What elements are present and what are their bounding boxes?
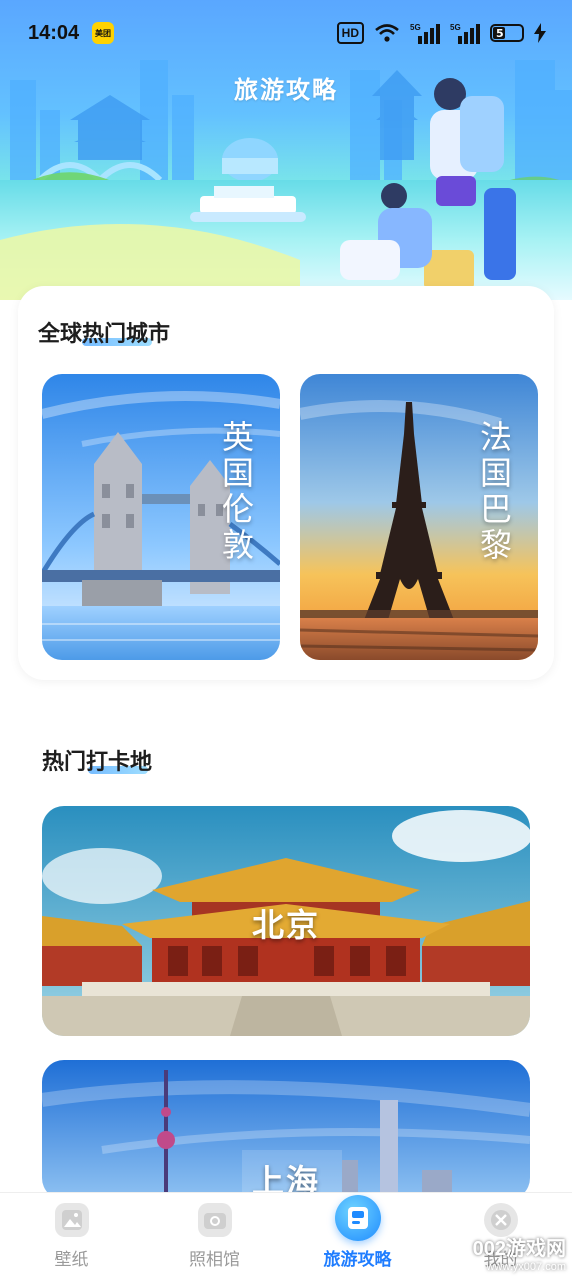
spot-card-beijing[interactable]: 北京 [42,806,530,1036]
city-tile-paris[interactable]: 法国巴黎 [300,374,538,660]
check-in-title-wrap: 热门打卡地 [42,744,152,776]
check-in-title: 热门打卡地 [42,750,153,775]
svg-text:5G: 5G [450,23,461,32]
nav-label-travel-guide: 旅游攻略 [323,1250,392,1270]
charging-icon [534,23,546,43]
status-time: 14:04 [28,22,80,44]
hot-cities-title: 全球热门城市 [38,322,171,347]
battery-icon: 5 [490,24,524,42]
spot-name-beijing: 北京 [251,906,320,944]
spot-card-shanghai[interactable]: 上海 [42,1060,530,1200]
hot-cities-card: 全球热门城市 英国伦敦 法国巴黎 [18,286,554,680]
meituan-app-icon: 美团 [92,22,114,44]
nav-label-wallpaper: 壁纸 [54,1250,89,1270]
status-indicators: HD 5G 5G 5 [336,22,546,44]
watermark-brand: 002游戏网 [472,1238,566,1260]
header-banner: 14:04 美团 HD 5G 5G 5 旅游攻略 [0,0,572,300]
nav-item-wallpaper[interactable]: 壁纸 [0,1193,143,1279]
image-icon [54,1203,89,1237]
signal-icon-1: 5G [410,23,440,44]
hd-icon: HD [336,22,364,44]
site-watermark: 002游戏网 www.yx007.com [473,1232,566,1273]
camera-icon [197,1203,232,1237]
nav-label-photo-studio: 照相馆 [189,1250,240,1270]
battery-level: 5 [496,27,504,40]
hot-cities-title-wrap: 全球热门城市 [38,316,170,348]
svg-text:5G: 5G [410,23,421,32]
wifi-icon [375,24,399,42]
nav-item-photo-studio[interactable]: 照相馆 [143,1193,286,1279]
status-bar: 14:04 美团 HD 5G 5G 5 [0,0,572,62]
signal-icon-2: 5G [450,23,480,44]
city-name-paris: 法国巴黎 [475,420,513,564]
watermark-url: www.yx007.com [486,1261,566,1273]
nav-item-travel-guide[interactable]: 旅游攻略 [286,1193,429,1279]
page-title: 旅游攻略 [234,76,338,104]
city-name-london: 英国伦敦 [217,420,255,564]
guide-icon [334,1195,381,1241]
city-tile-london[interactable]: 英国伦敦 [42,374,280,660]
